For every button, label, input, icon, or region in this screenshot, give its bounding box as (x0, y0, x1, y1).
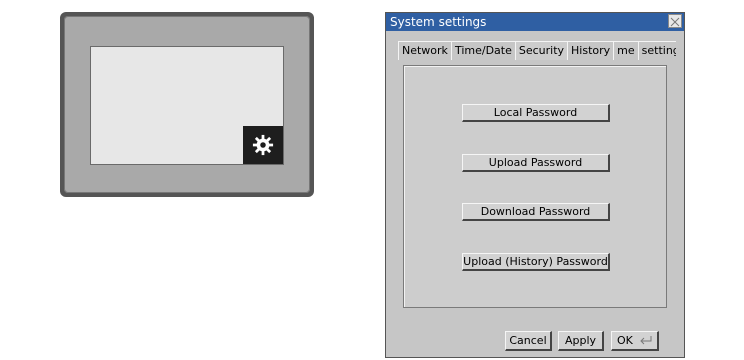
system-settings-button[interactable] (243, 126, 283, 164)
dialog-title: System settings (390, 15, 487, 29)
system-settings-dialog: System settings Network Time/Date Security… (385, 12, 685, 358)
local-password-button[interactable]: Local Password (462, 104, 610, 122)
enter-icon (640, 336, 652, 345)
gear-icon (252, 134, 274, 156)
tab-history[interactable]: History (567, 41, 615, 60)
upload-history-password-button[interactable]: Upload (History) Password (462, 253, 610, 271)
tab-time-date[interactable]: Time/Date (450, 41, 516, 60)
tab-security[interactable]: Security (514, 41, 569, 60)
ok-button[interactable]: OK (611, 331, 659, 351)
ok-label: OK (617, 334, 633, 347)
cancel-button[interactable]: Cancel (505, 331, 552, 351)
close-button[interactable] (668, 14, 682, 28)
upload-password-button[interactable]: Upload Password (462, 154, 610, 172)
dialog-titlebar: System settings (386, 13, 684, 31)
device-bezel (64, 16, 310, 193)
device-screen (90, 46, 284, 165)
security-panel: Local Password Upload Password Download … (403, 65, 667, 308)
tab-bar: Network Time/Date Security History me setting… (398, 41, 676, 61)
tab-network[interactable]: Network (398, 41, 452, 60)
hmi-device (60, 12, 314, 197)
download-password-button[interactable]: Download Password (462, 203, 610, 221)
close-icon (670, 17, 680, 27)
tab-me[interactable]: me (613, 41, 639, 60)
tab-setting[interactable]: setting (637, 41, 676, 60)
apply-button[interactable]: Apply (558, 331, 604, 351)
